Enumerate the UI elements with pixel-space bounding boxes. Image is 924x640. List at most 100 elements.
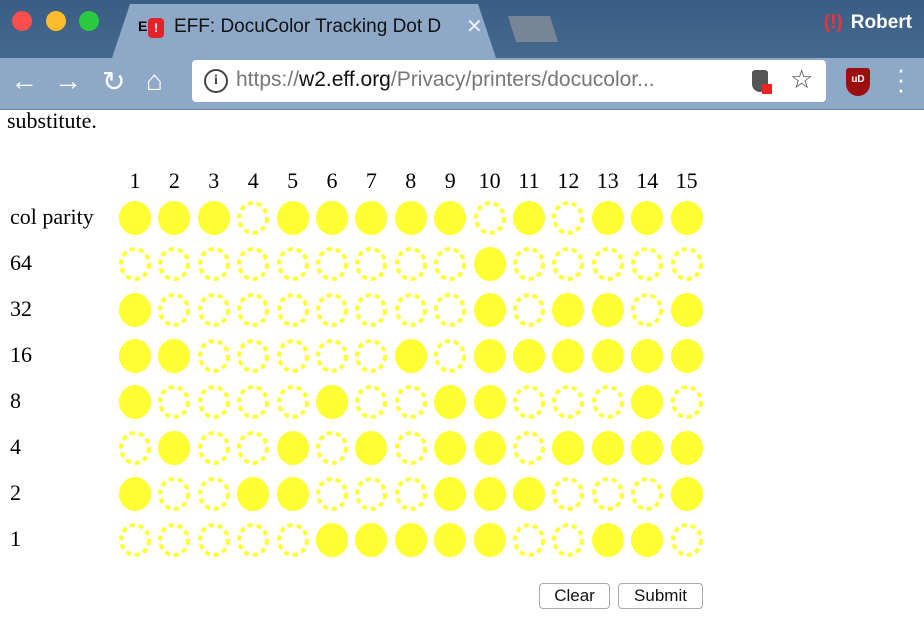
dot-filled[interactable]	[433, 384, 467, 420]
dot-empty[interactable]	[118, 430, 152, 466]
dot-empty[interactable]	[315, 246, 349, 282]
dot-filled[interactable]	[512, 338, 546, 374]
info-icon[interactable]: i	[204, 69, 228, 93]
dot-filled[interactable]	[473, 246, 507, 282]
dot-empty[interactable]	[394, 292, 428, 328]
dot-empty[interactable]	[197, 246, 231, 282]
dot-empty[interactable]	[236, 338, 270, 374]
dot-filled[interactable]	[157, 430, 191, 466]
home-icon[interactable]: ⌂	[146, 65, 163, 97]
dot-filled[interactable]	[473, 338, 507, 374]
dot-empty[interactable]	[551, 476, 585, 512]
dot-filled[interactable]	[591, 338, 625, 374]
dot-empty[interactable]	[551, 384, 585, 420]
dot-filled[interactable]	[157, 200, 191, 236]
dot-empty[interactable]	[276, 384, 310, 420]
forward-arrow-icon[interactable]: →	[54, 65, 82, 97]
dot-filled[interactable]	[473, 292, 507, 328]
dot-empty[interactable]	[197, 384, 231, 420]
dot-filled[interactable]	[394, 522, 428, 558]
dot-filled[interactable]	[630, 338, 664, 374]
tab-close-icon[interactable]: ✕	[466, 14, 483, 39]
dot-filled[interactable]	[670, 338, 704, 374]
dot-empty[interactable]	[157, 292, 191, 328]
dot-filled[interactable]	[315, 522, 349, 558]
dot-empty[interactable]	[394, 384, 428, 420]
dot-empty[interactable]	[315, 292, 349, 328]
dot-empty[interactable]	[354, 384, 388, 420]
dot-filled[interactable]	[630, 430, 664, 466]
dot-empty[interactable]	[354, 338, 388, 374]
dot-empty[interactable]	[236, 430, 270, 466]
dot-empty[interactable]	[276, 522, 310, 558]
dot-filled[interactable]	[473, 384, 507, 420]
dot-empty[interactable]	[354, 476, 388, 512]
new-tab-button[interactable]	[508, 16, 558, 42]
dot-empty[interactable]	[236, 246, 270, 282]
dot-filled[interactable]	[118, 384, 152, 420]
dot-empty[interactable]	[354, 292, 388, 328]
dot-filled[interactable]	[670, 200, 704, 236]
dot-empty[interactable]	[670, 522, 704, 558]
dot-empty[interactable]	[276, 246, 310, 282]
dot-empty[interactable]	[118, 522, 152, 558]
dot-empty[interactable]	[315, 338, 349, 374]
dot-empty[interactable]	[473, 200, 507, 236]
dot-empty[interactable]	[551, 246, 585, 282]
dot-filled[interactable]	[670, 292, 704, 328]
dot-empty[interactable]	[236, 522, 270, 558]
dot-filled[interactable]	[354, 430, 388, 466]
maximize-window-button[interactable]	[79, 11, 99, 31]
minimize-window-button[interactable]	[46, 11, 66, 31]
dot-filled[interactable]	[276, 430, 310, 466]
dot-empty[interactable]	[315, 430, 349, 466]
dot-filled[interactable]	[551, 338, 585, 374]
dot-empty[interactable]	[630, 246, 664, 282]
dot-empty[interactable]	[512, 384, 546, 420]
dot-empty[interactable]	[591, 246, 625, 282]
dot-filled[interactable]	[433, 430, 467, 466]
dot-filled[interactable]	[630, 384, 664, 420]
dot-filled[interactable]	[118, 200, 152, 236]
dot-filled[interactable]	[394, 338, 428, 374]
dot-filled[interactable]	[591, 430, 625, 466]
dot-filled[interactable]	[591, 522, 625, 558]
dot-filled[interactable]	[473, 522, 507, 558]
dot-filled[interactable]	[276, 476, 310, 512]
dot-empty[interactable]	[433, 246, 467, 282]
dot-empty[interactable]	[512, 246, 546, 282]
dot-filled[interactable]	[118, 338, 152, 374]
address-bar[interactable]: i https://w2.eff.org/Privacy/printers/do…	[192, 60, 826, 102]
dot-empty[interactable]	[512, 522, 546, 558]
dot-empty[interactable]	[512, 430, 546, 466]
dot-empty[interactable]	[394, 430, 428, 466]
dot-empty[interactable]	[630, 292, 664, 328]
reload-icon[interactable]: ↻	[102, 65, 125, 98]
back-arrow-icon[interactable]: ←	[10, 65, 38, 97]
dot-filled[interactable]	[433, 200, 467, 236]
submit-button[interactable]: Submit	[618, 583, 703, 609]
dot-empty[interactable]	[157, 384, 191, 420]
dot-filled[interactable]	[591, 200, 625, 236]
dot-filled[interactable]	[512, 200, 546, 236]
dot-empty[interactable]	[670, 246, 704, 282]
dot-filled[interactable]	[630, 200, 664, 236]
dot-empty[interactable]	[630, 476, 664, 512]
close-window-button[interactable]	[12, 11, 32, 31]
dot-empty[interactable]	[394, 246, 428, 282]
dot-empty[interactable]	[394, 476, 428, 512]
dot-empty[interactable]	[512, 292, 546, 328]
dot-empty[interactable]	[157, 246, 191, 282]
dot-empty[interactable]	[197, 476, 231, 512]
dot-filled[interactable]	[118, 292, 152, 328]
dot-empty[interactable]	[315, 476, 349, 512]
dot-empty[interactable]	[276, 338, 310, 374]
dot-empty[interactable]	[551, 200, 585, 236]
dot-empty[interactable]	[118, 246, 152, 282]
dot-empty[interactable]	[197, 292, 231, 328]
dot-filled[interactable]	[354, 200, 388, 236]
dot-filled[interactable]	[670, 476, 704, 512]
dot-empty[interactable]	[433, 292, 467, 328]
menu-dots-icon[interactable]: · · ·	[896, 56, 906, 102]
dot-empty[interactable]	[551, 522, 585, 558]
